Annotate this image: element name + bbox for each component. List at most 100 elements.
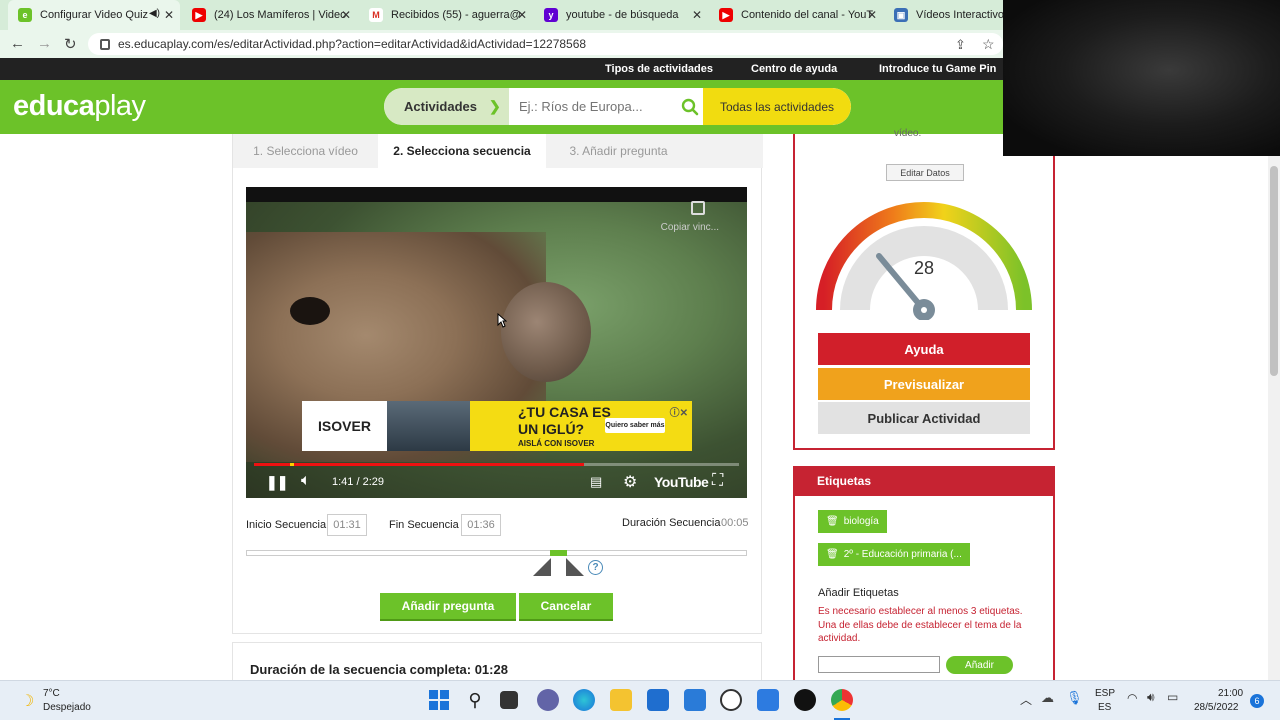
close-tab-icon[interactable]: ✕: [867, 8, 877, 22]
edit-data-button[interactable]: Editar Datos: [886, 164, 964, 181]
windows-taskbar: ☽ 7°C Despejado ⚲ ︿ ☁ 🎙︎ ESP ES ◠ 🔊︎ ▭ 2…: [0, 680, 1280, 720]
file-explorer-icon[interactable]: [610, 689, 632, 711]
search-bar: Actividades ❯ Todas las actividades: [384, 88, 851, 125]
pause-icon[interactable]: ❚❚: [266, 474, 288, 491]
bookmark-star-icon[interactable]: ☆: [982, 36, 995, 53]
battery-icon[interactable]: ▭: [1167, 690, 1178, 704]
preview-button[interactable]: Previsualizar: [818, 368, 1030, 400]
youtube-favicon-icon: ▶: [192, 8, 206, 22]
mouse-cursor-icon: [497, 313, 507, 328]
lang-secondary[interactable]: ES: [1098, 702, 1111, 713]
mail-icon[interactable]: [684, 689, 706, 711]
trash-icon[interactable]: 🗑︎: [826, 516, 839, 527]
document-app-icon[interactable]: [757, 689, 779, 711]
dell-icon[interactable]: [720, 689, 742, 711]
video-progress-played: [254, 463, 584, 466]
weather-moon-icon[interactable]: ☽: [20, 691, 34, 711]
back-arrow-icon[interactable]: ←: [10, 35, 25, 52]
volume-icon[interactable]: 🔊︎: [1147, 690, 1155, 705]
video-player[interactable]: Copiar vinc... ISOVER ¿TU CASA ES UN IGL…: [246, 187, 747, 498]
tab-los-mamiferos[interactable]: ▶ (24) Los Mamíferos | Video ✕: [182, 0, 357, 30]
link-tipos-actividades[interactable]: Tipos de actividades: [605, 63, 713, 75]
tab-videos-interactivos[interactable]: ▣ Vídeos Interactivos: A: [884, 0, 1004, 30]
publish-activity-button[interactable]: Publicar Actividad: [818, 402, 1030, 434]
close-tab-icon[interactable]: ✕: [517, 8, 527, 22]
tab-recibidos[interactable]: M Recibidos (55) - aguerra@ ✕: [359, 0, 533, 30]
add-tag-button[interactable]: Añadir: [946, 656, 1013, 674]
step-add-question[interactable]: 3. Añadir pregunta: [546, 134, 691, 168]
start-sequence-field[interactable]: 01:31: [327, 514, 367, 536]
tab-contenido-canal[interactable]: ▶ Contenido del canal - YouT ✕: [709, 0, 883, 30]
step-select-sequence[interactable]: 2. Selecciona secuencia: [378, 134, 546, 168]
clock-date[interactable]: 28/5/2022: [1194, 702, 1239, 713]
tag-chip[interactable]: 🗑︎ biología: [818, 510, 887, 533]
notification-badge[interactable]: 6: [1250, 694, 1264, 708]
windows-start-icon[interactable]: [428, 689, 450, 711]
url-text: es.educaplay.com/es/editarActividad.php?…: [118, 37, 587, 51]
tag-input[interactable]: [818, 656, 940, 673]
weather-desc[interactable]: Despejado: [43, 702, 91, 713]
end-sequence-field[interactable]: 01:36: [461, 514, 501, 536]
lang-primary[interactable]: ESP: [1095, 688, 1115, 699]
ad-line-1: ¿TU CASA ES: [518, 404, 611, 420]
search-input[interactable]: [509, 88, 704, 125]
obs-icon[interactable]: [794, 689, 816, 711]
video-ad-banner[interactable]: ISOVER ¿TU CASA ES UN IGLÚ? AISLÁ CON IS…: [302, 401, 692, 451]
microphone-icon[interactable]: 🎙︎: [1066, 690, 1083, 706]
reload-icon[interactable]: ↻: [64, 35, 77, 53]
activities-dropdown[interactable]: Actividades ❯: [384, 88, 509, 125]
scrollbar-thumb[interactable]: [1270, 166, 1278, 376]
all-activities-button[interactable]: Todas las actividades: [703, 88, 851, 125]
close-tab-icon[interactable]: ✕: [341, 8, 351, 22]
youtube-logo[interactable]: YouTube: [654, 474, 709, 490]
fullscreen-icon[interactable]: ⛶: [712, 472, 723, 490]
giraffe-eye-image: [290, 297, 330, 325]
tag-chip[interactable]: 🗑︎ 2º - Educación primaria (...: [818, 543, 970, 566]
store-icon[interactable]: [647, 689, 669, 711]
task-view-icon[interactable]: [500, 691, 518, 709]
trash-icon[interactable]: 🗑︎: [826, 549, 839, 560]
volume-icon[interactable]: 🔈︎: [301, 472, 311, 490]
sequence-range-slider[interactable]: [246, 550, 747, 556]
help-button[interactable]: Ayuda: [818, 333, 1030, 365]
settings-gear-icon[interactable]: ⚙: [623, 472, 637, 492]
tab-configurar-video-quiz[interactable]: e Configurar Video Quiz ◀) ✕: [8, 0, 180, 30]
chrome-browser-icon[interactable]: [831, 689, 853, 711]
speaker-icon[interactable]: ◀): [149, 8, 160, 19]
add-question-button[interactable]: Añadir pregunta: [380, 593, 516, 621]
edge-browser-icon[interactable]: [573, 689, 595, 711]
search-icon[interactable]: ⚲: [464, 689, 486, 711]
ad-yellow-panel: ¿TU CASA ES UN IGLÚ? AISLÁ CON ISOVER Qu…: [470, 401, 692, 451]
help-question-icon[interactable]: ?: [588, 560, 603, 575]
ad-cta-button[interactable]: Quiero saber más: [605, 418, 665, 433]
wifi-icon[interactable]: ◠: [1127, 691, 1137, 705]
link-centro-ayuda[interactable]: Centro de ayuda: [751, 63, 837, 75]
close-tab-icon[interactable]: ✕: [692, 8, 702, 22]
range-start-handle[interactable]: [533, 558, 551, 576]
duration-sequence-value: 00:05: [721, 517, 749, 529]
tab-youtube-busqueda[interactable]: y youtube - de búsqueda ✕: [534, 0, 708, 30]
educaplay-logo[interactable]: educaplay: [13, 90, 146, 123]
chevron-up-icon[interactable]: ︿: [1020, 691, 1032, 708]
subtitles-icon[interactable]: ▤: [590, 474, 602, 490]
onedrive-cloud-icon[interactable]: ☁: [1041, 690, 1054, 706]
tab-title: Recibidos (55) - aguerra@: [391, 9, 521, 21]
clock-time[interactable]: 21:00: [1218, 688, 1243, 699]
ad-close-icon[interactable]: ⓘ✕: [670, 404, 688, 419]
cancel-button[interactable]: Cancelar: [519, 593, 613, 621]
url-bar[interactable]: es.educaplay.com/es/editarActividad.php?…: [88, 33, 1003, 55]
close-tab-icon[interactable]: ✕: [164, 8, 174, 22]
tab-title: youtube - de búsqueda: [566, 9, 679, 21]
search-icon[interactable]: [676, 88, 704, 125]
link-game-pin[interactable]: Introduce tu Game Pin: [879, 63, 996, 75]
video-progress-bar[interactable]: [254, 463, 739, 466]
share-icon[interactable]: ⇪: [955, 37, 966, 53]
copy-link-icon[interactable]: [691, 201, 705, 215]
range-end-handle[interactable]: [566, 558, 584, 576]
step-select-video[interactable]: 1. Selecciona vídeo: [233, 134, 378, 168]
page-scrollbar[interactable]: [1268, 156, 1280, 680]
weather-temp[interactable]: 7°C: [43, 688, 60, 699]
tags-panel: [793, 466, 1055, 686]
forward-arrow-icon[interactable]: →: [37, 35, 52, 52]
chat-icon[interactable]: [537, 689, 559, 711]
